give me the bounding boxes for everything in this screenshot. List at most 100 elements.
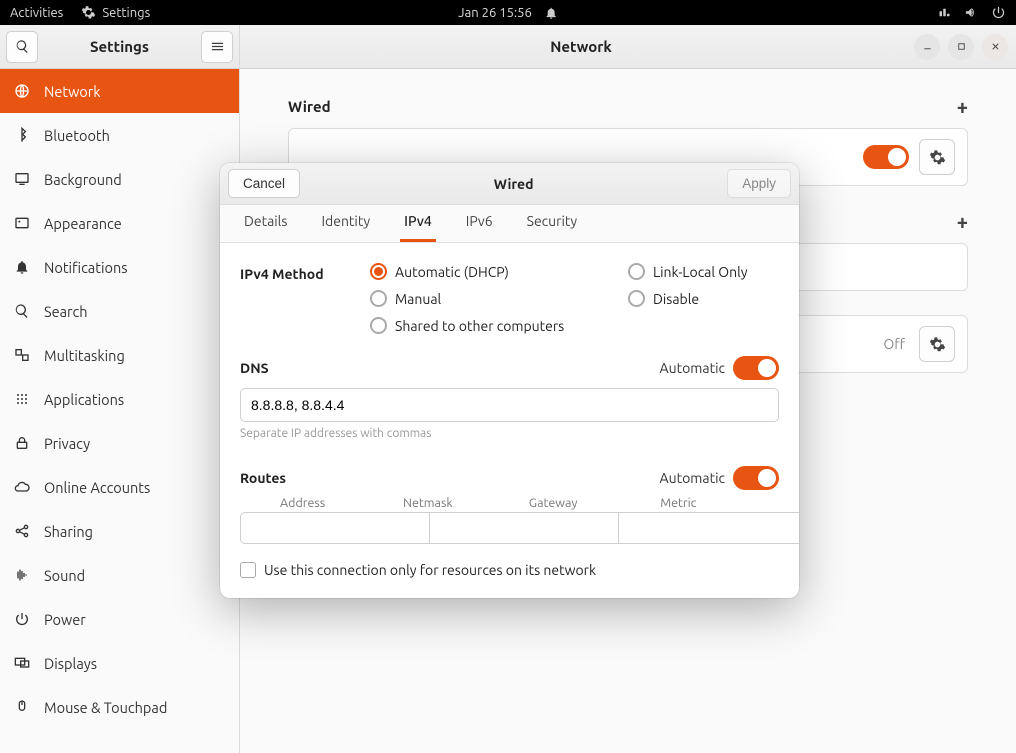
route-row: [240, 512, 779, 544]
cancel-button[interactable]: Cancel: [228, 169, 300, 198]
power-icon: [14, 611, 30, 627]
hamburger-icon: [210, 39, 225, 54]
sidebar-item-online-accounts[interactable]: Online Accounts: [0, 465, 239, 509]
lock-icon: [14, 435, 30, 451]
route-netmask-input[interactable]: [430, 512, 619, 544]
sidebar-item-mouse-touchpad[interactable]: Mouse & Touchpad: [0, 685, 239, 729]
hamburger-button[interactable]: [201, 31, 233, 63]
displays-icon: [14, 655, 30, 671]
sidebar-item-search[interactable]: Search: [0, 289, 239, 333]
dialog-tabs: Details Identity IPv4 IPv6 Security: [220, 205, 799, 243]
sidebar-item-network[interactable]: Network: [0, 69, 239, 113]
sidebar-item-notifications[interactable]: Notifications: [0, 245, 239, 289]
header-bar: Settings Network: [0, 25, 1016, 69]
add-wired-button[interactable]: +: [957, 95, 968, 118]
cloud-icon: [14, 479, 30, 495]
gear-icon: [929, 149, 946, 166]
search-button[interactable]: [6, 31, 38, 63]
wired-toggle[interactable]: [863, 145, 909, 169]
top-bar: Activities Settings Jan 26 15:56: [0, 0, 1016, 25]
route-address-input[interactable]: [240, 512, 430, 544]
apps-icon: [14, 391, 30, 407]
sidebar-item-sharing[interactable]: Sharing: [0, 509, 239, 553]
app-menu[interactable]: Settings: [81, 5, 150, 20]
sidebar-item-applications[interactable]: Applications›: [0, 377, 239, 421]
use-connection-only-checkbox[interactable]: [240, 562, 256, 578]
radio-dot-icon: [370, 263, 387, 280]
wired-section-title: Wired+: [288, 95, 968, 118]
radio-shared[interactable]: Shared to other computers: [370, 317, 748, 334]
search-icon: [15, 39, 30, 54]
sidebar: Network Bluetooth Background Appearance …: [0, 69, 240, 753]
sidebar-item-bluetooth[interactable]: Bluetooth: [0, 113, 239, 157]
sidebar-item-background[interactable]: Background: [0, 157, 239, 201]
share-icon: [14, 523, 30, 539]
sidebar-title: Settings: [44, 38, 195, 55]
add-vpn-button[interactable]: +: [957, 210, 968, 233]
sidebar-item-privacy[interactable]: Privacy›: [0, 421, 239, 465]
apply-button[interactable]: Apply: [727, 169, 791, 198]
routes-automatic-label: Automatic: [660, 470, 725, 486]
close-icon: [990, 41, 1001, 52]
ipv4-method-label: IPv4 Method: [240, 263, 370, 334]
dialog-header: Cancel Wired Apply: [220, 163, 799, 205]
proxy-settings-button[interactable]: [919, 326, 955, 362]
multitask-icon: [14, 347, 30, 363]
notification-bell-icon[interactable]: [544, 6, 558, 20]
settings-app-icon: [81, 5, 96, 20]
sidebar-item-displays[interactable]: Displays: [0, 641, 239, 685]
tab-ipv4[interactable]: IPv4: [400, 213, 436, 242]
proxy-state: Off: [883, 336, 905, 352]
radio-link-local[interactable]: Link-Local Only: [628, 263, 748, 280]
sidebar-item-appearance[interactable]: Appearance: [0, 201, 239, 245]
sidebar-item-sound[interactable]: Sound: [0, 553, 239, 597]
route-gateway-input[interactable]: [619, 512, 799, 544]
dialog-title: Wired: [300, 176, 727, 192]
dns-label: DNS: [240, 360, 269, 376]
use-connection-only-label: Use this connection only for resources o…: [264, 562, 596, 578]
activities-button[interactable]: Activities: [10, 6, 63, 20]
sidebar-item-power[interactable]: Power: [0, 597, 239, 641]
power-menu-icon[interactable]: [991, 5, 1006, 20]
dns-automatic-toggle[interactable]: [733, 356, 779, 380]
tab-ipv6[interactable]: IPv6: [462, 213, 497, 242]
dns-help-text: Separate IP addresses with commas: [240, 427, 779, 440]
wired-settings-button[interactable]: [919, 139, 955, 175]
routes-label: Routes: [240, 470, 286, 486]
minimize-icon: [922, 41, 933, 52]
dns-input[interactable]: [240, 388, 779, 422]
radio-dot-icon: [370, 290, 387, 307]
gear-icon: [929, 336, 946, 353]
radio-dot-icon: [628, 263, 645, 280]
tab-details[interactable]: Details: [240, 213, 291, 242]
globe-icon: [14, 83, 30, 99]
window-minimize-button[interactable]: [914, 34, 940, 60]
connection-dialog: Cancel Wired Apply Details Identity IPv4…: [220, 163, 799, 598]
route-col-netmask: Netmask: [365, 496, 490, 510]
route-col-address: Address: [240, 496, 365, 510]
dns-automatic-label: Automatic: [660, 360, 725, 376]
routes-automatic-toggle[interactable]: [733, 466, 779, 490]
maximize-icon: [956, 41, 967, 52]
clock[interactable]: Jan 26 15:56: [458, 6, 532, 20]
radio-automatic[interactable]: Automatic (DHCP): [370, 263, 620, 280]
tab-identity[interactable]: Identity: [317, 213, 374, 242]
search-icon: [14, 303, 30, 319]
tab-security[interactable]: Security: [523, 213, 582, 242]
radio-manual[interactable]: Manual: [370, 290, 620, 307]
radio-disable[interactable]: Disable: [628, 290, 748, 307]
appearance-icon: [14, 215, 30, 231]
mouse-icon: [14, 699, 30, 715]
volume-icon[interactable]: [964, 5, 979, 20]
radio-dot-icon: [628, 290, 645, 307]
sidebar-item-multitasking[interactable]: Multitasking: [0, 333, 239, 377]
network-status-icon[interactable]: [937, 5, 952, 20]
window-maximize-button[interactable]: [948, 34, 974, 60]
bluetooth-icon: [14, 127, 30, 143]
sound-icon: [14, 567, 30, 583]
display-icon: [14, 171, 30, 187]
bell-icon: [14, 259, 30, 275]
page-title: Network: [248, 38, 914, 55]
route-col-metric: Metric: [616, 496, 741, 510]
window-close-button[interactable]: [982, 34, 1008, 60]
